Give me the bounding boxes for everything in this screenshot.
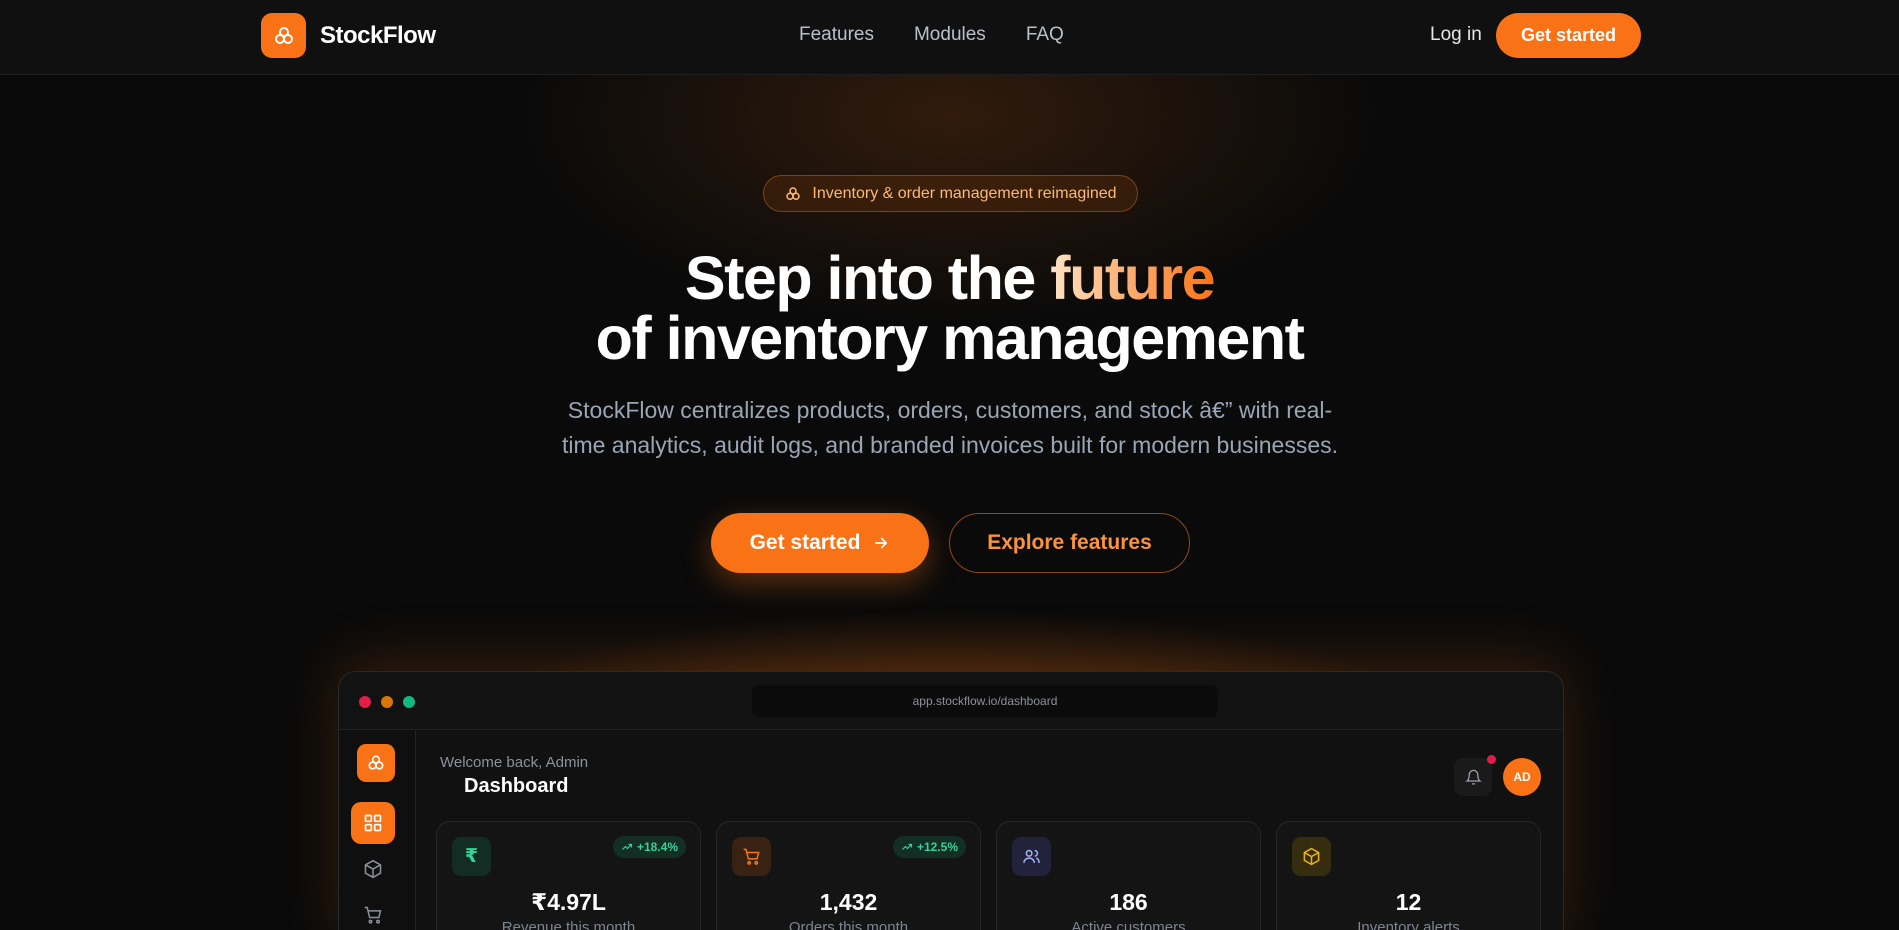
orders-label: Orders this month <box>788 919 909 930</box>
sidebar-item-products[interactable] <box>351 848 395 890</box>
dashboard-preview-window: app.stockflow.io/dashboard Welcome back,… <box>338 671 1564 930</box>
trend-up-icon <box>902 843 913 850</box>
box-icon <box>1292 837 1331 876</box>
hero-badge-text: Inventory & order management reimagined <box>812 184 1117 202</box>
alerts-label: Inventory alerts <box>1357 919 1460 930</box>
sidebar-logo-icon <box>357 744 395 782</box>
revenue-label: Revenue this month <box>501 919 636 930</box>
brand-mark-icon <box>786 186 801 200</box>
headline-accent: future <box>1050 244 1215 312</box>
grid-icon <box>364 814 382 832</box>
top-navbar: StockFlow Features Modules FAQ Log in Ge… <box>0 0 1899 75</box>
cart-icon <box>732 837 771 876</box>
nav-link-features[interactable]: Features <box>799 24 874 46</box>
brand-logo-icon <box>261 13 306 58</box>
hero-get-started-label: Get started <box>749 531 861 554</box>
explore-features-button[interactable]: Explore features <box>949 513 1190 573</box>
orders-delta-badge: +12.5% <box>892 836 966 858</box>
dashboard-title: Dashboard <box>464 775 569 797</box>
sidebar-item-orders[interactable] <box>351 894 395 930</box>
users-icon <box>1012 837 1051 876</box>
customers-value: 186 <box>1109 889 1148 915</box>
orders-delta: +12.5% <box>916 840 958 854</box>
revenue-value: ₹4.97L <box>531 889 606 915</box>
hero-get-started-button[interactable]: Get started <box>711 513 929 573</box>
notifications-button[interactable] <box>1454 758 1492 796</box>
bell-icon <box>1464 769 1482 785</box>
window-maximize-dot <box>403 696 415 708</box>
address-bar: app.stockflow.io/dashboard <box>752 685 1218 717</box>
nav-link-faq[interactable]: FAQ <box>1026 24 1064 46</box>
main-nav: Features Modules FAQ <box>799 24 1064 46</box>
headline-part1: Step into the <box>684 244 1051 312</box>
revenue-delta: +18.4% <box>636 840 678 854</box>
alerts-value: 12 <box>1395 889 1422 915</box>
window-titlebar: app.stockflow.io/dashboard <box>339 672 1563 730</box>
stat-card-orders[interactable]: +12.5% 1,432 Orders this month <box>716 821 981 930</box>
hero-headline: Step into the future of inventory manage… <box>0 248 1899 369</box>
avatar[interactable]: AD <box>1503 758 1541 796</box>
hero-badge: Inventory & order management reimagined <box>763 175 1138 212</box>
cart-icon <box>364 906 382 924</box>
header-get-started-button[interactable]: Get started <box>1496 13 1641 58</box>
hero-subtitle-line2: time analytics, audit logs, and branded … <box>561 432 1339 458</box>
headline-line2: of inventory management <box>595 304 1305 372</box>
revenue-delta-badge: +18.4% <box>612 836 686 858</box>
notification-dot <box>1487 755 1496 764</box>
login-link[interactable]: Log in <box>1430 24 1482 46</box>
sidebar-item-dashboard[interactable] <box>351 802 395 844</box>
hero-subtitle: StockFlow centralizes products, orders, … <box>520 393 1380 463</box>
welcome-text: Welcome back, Admin <box>440 754 589 771</box>
window-close-dot <box>359 696 371 708</box>
stat-card-inventory-alerts[interactable]: 12 Inventory alerts <box>1276 821 1541 930</box>
orders-value: 1,432 <box>819 889 878 915</box>
brand-name: StockFlow <box>320 21 436 49</box>
brand[interactable]: StockFlow <box>261 13 436 58</box>
stat-card-customers[interactable]: 186 Active customers <box>996 821 1261 930</box>
cube-icon <box>364 859 382 879</box>
arrow-right-icon <box>875 537 888 549</box>
stat-card-revenue[interactable]: ₹ +18.4% ₹4.97L Revenue this month <box>436 821 701 930</box>
window-minimize-dot <box>381 696 393 708</box>
rupee-icon: ₹ <box>452 837 491 876</box>
nav-link-modules[interactable]: Modules <box>914 24 986 46</box>
preview-main: Welcome back, Admin Dashboard AD ₹ +18.4… <box>416 730 1563 930</box>
hero-subtitle-line1: StockFlow centralizes products, orders, … <box>567 397 1333 423</box>
trend-up-icon <box>622 843 633 850</box>
customers-label: Active customers <box>1071 919 1186 930</box>
preview-sidebar <box>339 730 416 930</box>
